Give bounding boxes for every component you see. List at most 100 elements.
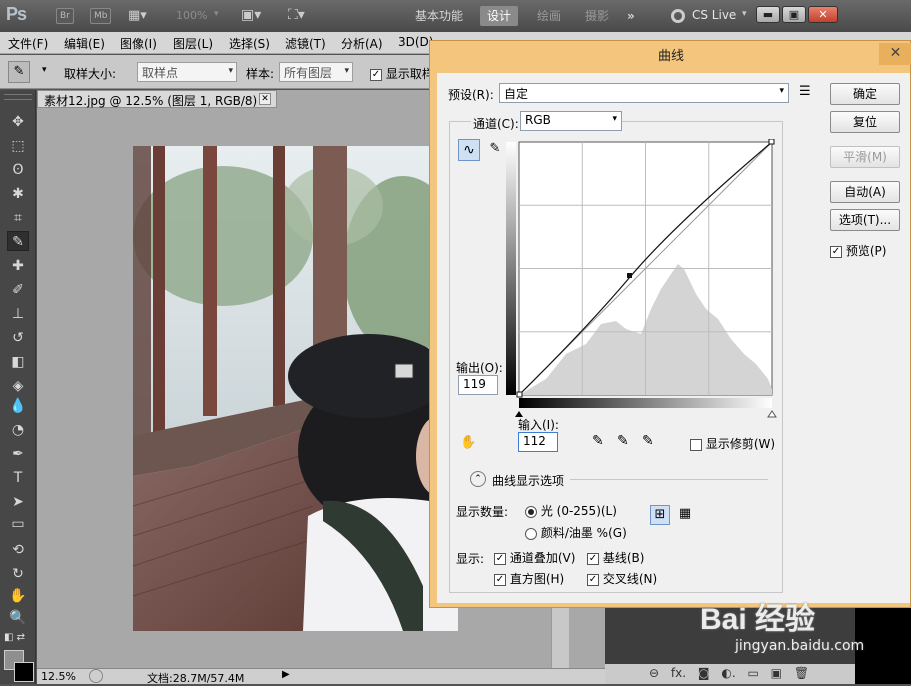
new-layer-icon[interactable]: ▣ (771, 666, 782, 680)
show-clipping-checkbox[interactable]: 显示修剪(W) (690, 435, 775, 452)
preview-checkbox[interactable]: ✓ 预览(P) (830, 242, 886, 259)
input-gradient-bar (519, 398, 772, 408)
default-colors-icon[interactable]: ◧ ⇄ (4, 632, 25, 643)
auto-button[interactable]: 自动(A) (830, 181, 900, 203)
document-photo[interactable] (133, 146, 458, 631)
checkmark-icon: ✓ (370, 68, 382, 81)
zoom-tool-icon[interactable]: 🔍 (7, 608, 29, 628)
brush-tool-icon[interactable]: ✐ (7, 280, 29, 300)
menu-image[interactable]: 图像(I) (120, 35, 157, 52)
light-option-label: 光 (0-255)(L) (540, 504, 617, 518)
smooth-button[interactable]: 平滑(M) (830, 146, 900, 168)
rectangle-tool-icon[interactable]: ▭ (7, 514, 29, 534)
chevron-up-icon[interactable]: ⌃ (470, 471, 486, 487)
workspace-essentials[interactable]: 基本功能 (408, 6, 470, 26)
white-point-eyedropper-icon[interactable]: ✎ (642, 433, 654, 449)
channel-overlay-checkbox[interactable]: ✓ 通道叠加(V) (494, 549, 575, 566)
workspace-photography[interactable]: 摄影 (578, 6, 616, 26)
sample-select[interactable]: 所有图层 ▾ (279, 62, 353, 82)
marquee-tool-icon[interactable]: ⬚ (7, 136, 29, 156)
delete-layer-icon[interactable]: 🗑 (794, 666, 809, 680)
close-icon[interactable]: ✕ (808, 6, 838, 23)
menu-file[interactable]: 文件(F) (8, 35, 48, 52)
menu-analysis[interactable]: 分析(A) (341, 35, 383, 52)
eyedropper-tool-icon[interactable]: ✎ (7, 231, 29, 251)
arrange-documents-icon[interactable]: ▣▾ (241, 7, 261, 23)
workspace-design[interactable]: 设计 (480, 6, 519, 26)
intersection-checkbox[interactable]: ✓ 交叉线(N) (587, 570, 657, 587)
toolbox-grip[interactable] (4, 94, 32, 100)
view-extras-icon[interactable]: ▦▾ (128, 8, 147, 23)
menu-filter[interactable]: 滤镜(T) (285, 35, 326, 52)
curve-endpoint-black (516, 391, 523, 398)
ok-button[interactable]: 确定 (830, 83, 900, 105)
lasso-tool-icon[interactable]: ʘ (7, 160, 29, 180)
healing-brush-tool-icon[interactable]: ✚ (7, 256, 29, 276)
histogram-label: 直方图(H) (509, 572, 565, 586)
reset-button[interactable]: 复位 (830, 111, 900, 133)
add-mask-icon[interactable]: ◙ (698, 666, 710, 680)
paint-bucket-tool-icon[interactable]: ◈ (7, 376, 29, 396)
3d-rotate-tool-icon[interactable]: ⟲ (7, 540, 29, 560)
simple-grid-icon[interactable]: ⊞ (650, 505, 670, 525)
bridge-button[interactable]: Br (56, 8, 74, 24)
3d-orbit-tool-icon[interactable]: ↻ (7, 564, 29, 584)
curve-point-tool-icon[interactable]: ∿ (458, 139, 480, 161)
preset-select[interactable]: 自定 ▾ (499, 83, 789, 103)
pigment-radio[interactable]: 颜料/油墨 %(G) (525, 524, 627, 541)
input-field[interactable]: 112 (518, 432, 558, 452)
menu-select[interactable]: 选择(S) (229, 35, 270, 52)
clone-stamp-tool-icon[interactable]: ⊥ (7, 304, 29, 324)
detailed-grid-icon[interactable]: ▦ (675, 505, 695, 525)
output-field[interactable]: 119 (458, 375, 498, 395)
type-tool-icon[interactable]: T (7, 468, 29, 488)
close-icon[interactable]: ✕ (879, 43, 911, 65)
document-tab[interactable]: 素材12.jpg @ 12.5% (图层 1, RGB/8) * (37, 90, 277, 108)
zoom-readout[interactable]: 12.5% (41, 670, 76, 683)
close-icon[interactable]: ✕ (259, 93, 271, 105)
mini-bridge-button[interactable]: Mb (90, 8, 112, 24)
adjustment-layer-icon[interactable]: ◐. (721, 666, 735, 680)
status-info-icon[interactable] (89, 669, 103, 683)
crop-tool-icon[interactable]: ⌗ (7, 208, 29, 228)
menu-layer[interactable]: 图层(L) (173, 35, 213, 52)
restore-button[interactable]: ▣ (782, 6, 806, 23)
histogram-checkbox[interactable]: ✓ 直方图(H) (494, 570, 564, 587)
preset-options-icon[interactable]: ☰ (799, 84, 811, 99)
background-color-swatch[interactable] (14, 662, 34, 682)
screen-mode-icon[interactable]: ⛶▾ (288, 7, 305, 23)
pencil-tool-icon[interactable]: ✎ (484, 139, 506, 161)
curves-graph[interactable] (506, 139, 779, 455)
dodge-tool-icon[interactable]: ◔ (7, 420, 29, 440)
pen-tool-icon[interactable]: ✒ (7, 444, 29, 464)
minimize-button[interactable]: ▬ (756, 6, 780, 23)
chevron-down-icon: ▾ (742, 9, 747, 19)
more-workspaces-button[interactable]: » (620, 6, 642, 26)
hand-tool-icon[interactable]: ✋ (7, 586, 29, 606)
sample-size-select[interactable]: 取样点 ▾ (137, 62, 237, 82)
target-adjustment-tool-icon[interactable]: ✋ (460, 435, 476, 450)
tool-preset-chevron-icon[interactable]: ▾ (42, 65, 47, 75)
cs-live-button[interactable]: CS Live (692, 8, 736, 22)
baseline-checkbox[interactable]: ✓ 基线(B) (587, 549, 644, 566)
blur-tool-icon[interactable]: 💧 (7, 396, 29, 416)
history-brush-tool-icon[interactable]: ↺ (7, 328, 29, 348)
eraser-tool-icon[interactable]: ◧ (7, 352, 29, 372)
input-label: 输入(I): (518, 418, 559, 432)
workspace-painting[interactable]: 绘画 (530, 6, 568, 26)
black-point-eyedropper-icon[interactable]: ✎ (592, 433, 604, 449)
eyedropper-icon[interactable]: ✎ (8, 61, 30, 83)
new-group-icon[interactable]: ▭ (747, 666, 758, 680)
status-menu-arrow-icon[interactable]: ▶ (282, 669, 290, 680)
quick-selection-tool-icon[interactable]: ✱ (7, 184, 29, 204)
options-button[interactable]: 选项(T)... (830, 209, 900, 231)
zoom-level-select[interactable]: 100% (176, 9, 207, 22)
channel-select[interactable]: RGB ▾ (520, 111, 622, 131)
menu-edit[interactable]: 编辑(E) (64, 35, 105, 52)
move-tool-icon[interactable]: ✥ (7, 112, 29, 132)
path-selection-tool-icon[interactable]: ➤ (7, 492, 29, 512)
gray-point-eyedropper-icon[interactable]: ✎ (617, 433, 629, 449)
light-radio[interactable]: 光 (0-255)(L) (525, 502, 617, 519)
layer-effects-icon[interactable]: fx. (671, 666, 686, 680)
link-layers-icon[interactable]: ⊖ (649, 666, 659, 680)
